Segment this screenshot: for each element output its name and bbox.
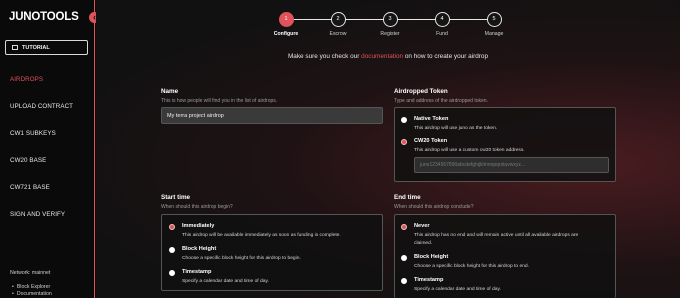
sidebar-item-upload-contract[interactable]: UPLOAD CONTRACT	[10, 100, 92, 127]
name-field-subtitle: This is how people will find you in the …	[161, 98, 278, 104]
step-configure[interactable]: 1 Configure	[271, 12, 301, 37]
radio-unchecked[interactable]	[401, 117, 407, 123]
option-label: CW20 Token	[414, 138, 448, 144]
option-label: Native Token	[414, 116, 449, 122]
airdrop-name-input[interactable]: My terra project airdrop	[161, 107, 383, 124]
logo-text-juno: JUNO	[9, 11, 41, 23]
start-time-box: Immediately This airdrop will be availab…	[161, 214, 383, 291]
sidebar-links: Block Explorer Documentation	[12, 284, 52, 297]
radio-checked[interactable]	[401, 224, 407, 230]
block-explorer-link[interactable]: Block Explorer	[12, 284, 52, 291]
option-description: This airdrop has no end and will remain …	[414, 232, 578, 247]
step-number: 5	[486, 12, 502, 27]
step-label: Fund	[436, 31, 448, 37]
option-description: This airdrop will be available immediate…	[182, 233, 341, 238]
option-label: Timestamp	[182, 269, 212, 275]
option-description-line-2: claimed.	[414, 240, 433, 246]
step-label: Register	[380, 31, 400, 37]
radio-checked[interactable]	[401, 139, 407, 145]
step-label: Escrow	[329, 31, 347, 37]
token-type-box: Native Token This airdrop will use juno …	[394, 107, 616, 182]
sidebar: JUNOTOOLS ‹ TUTORIAL AIRDROPS UPLOAD CON…	[0, 0, 100, 298]
notice-text-after: on how to create your airdrop	[403, 53, 488, 60]
option-label: Never	[414, 223, 430, 229]
video-icon	[12, 45, 18, 50]
option-description: Choose a specific block height for this …	[182, 256, 301, 261]
step-number: 1	[278, 12, 294, 27]
option-label: Block Height	[414, 254, 449, 260]
notice-text-before: Make sure you check our	[287, 53, 362, 60]
end-time-subtitle: When should this airdrop conclude?	[394, 204, 474, 210]
step-escrow[interactable]: 2 Escrow	[323, 12, 353, 37]
step-label: Manage	[484, 31, 504, 37]
step-number: 4	[434, 12, 450, 27]
radio-checked[interactable]	[169, 224, 175, 230]
step-number: 3	[382, 12, 398, 27]
option-label: Timestamp	[414, 277, 444, 283]
radio-unchecked[interactable]	[401, 255, 407, 261]
radio-unchecked[interactable]	[401, 278, 407, 284]
option-description: This airdrop will use juno as the token.	[414, 126, 498, 131]
tutorial-button[interactable]: TUTORIAL	[5, 40, 88, 55]
juno-tools-logo[interactable]: JUNOTOOLS	[9, 11, 79, 23]
documentation-link[interactable]: Documentation	[12, 291, 52, 298]
option-label: Block Height	[182, 246, 217, 252]
end-time-box: Never This airdrop has no end and will r…	[394, 214, 616, 298]
step-manage[interactable]: 5 Manage	[479, 12, 509, 37]
name-field-title: Name	[161, 88, 179, 95]
step-fund[interactable]: 4 Fund	[427, 12, 457, 37]
sidebar-item-cw1-subkeys[interactable]: CW1 SUBKEYS	[10, 127, 92, 154]
network-label: Network: mainnet	[10, 270, 51, 276]
radio-unchecked[interactable]	[169, 247, 175, 253]
step-label: Configure	[273, 31, 299, 37]
sidebar-item-sign-and-verify[interactable]: SIGN AND VERIFY	[10, 208, 92, 235]
option-description: Choose a specific block height for this …	[414, 264, 529, 269]
option-description: Specify a calendar date and time of day.	[182, 279, 269, 284]
sidebar-item-airdrops[interactable]: AIRDROPS	[10, 73, 92, 100]
cw20-address-input[interactable]: juno1234567890abcdefghijklmnopqrstuvwxyz…	[414, 157, 609, 173]
option-description: This airdrop will use a custom cw20 toke…	[414, 148, 525, 153]
sidebar-item-cw20-base[interactable]: CW20 BASE	[10, 154, 92, 181]
radio-unchecked[interactable]	[169, 270, 175, 276]
token-field-subtitle: Type and address of the airdropped token…	[394, 98, 488, 104]
logo-text-tools: TOOLS	[40, 11, 79, 23]
start-time-subtitle: When should this airdrop begin?	[161, 204, 233, 210]
end-time-title: End time	[394, 194, 421, 201]
option-description-line-1: This airdrop has no end and will remain …	[414, 233, 579, 238]
option-label: Immediately	[182, 223, 215, 229]
documentation-notice: Make sure you check our documentation on…	[96, 53, 680, 60]
sidebar-item-cw721-base[interactable]: CW721 BASE	[10, 181, 92, 208]
step-register[interactable]: 3 Register	[375, 12, 405, 37]
step-number: 2	[330, 12, 346, 27]
airdrop-stepper: 1 Configure 2 Escrow 3 Register 4 Fund 5…	[271, 12, 511, 52]
start-time-title: Start time	[161, 194, 191, 201]
option-description: Specify a calendar date and time of day.	[414, 287, 501, 292]
main-content: 1 Configure 2 Escrow 3 Register 4 Fund 5…	[96, 0, 680, 298]
sidebar-nav: AIRDROPS UPLOAD CONTRACT CW1 SUBKEYS CW2…	[10, 73, 92, 235]
token-field-title: Airdropped Token	[394, 88, 448, 95]
tutorial-label: TUTORIAL	[22, 44, 50, 51]
documentation-link-inline[interactable]: documentation	[361, 53, 403, 60]
